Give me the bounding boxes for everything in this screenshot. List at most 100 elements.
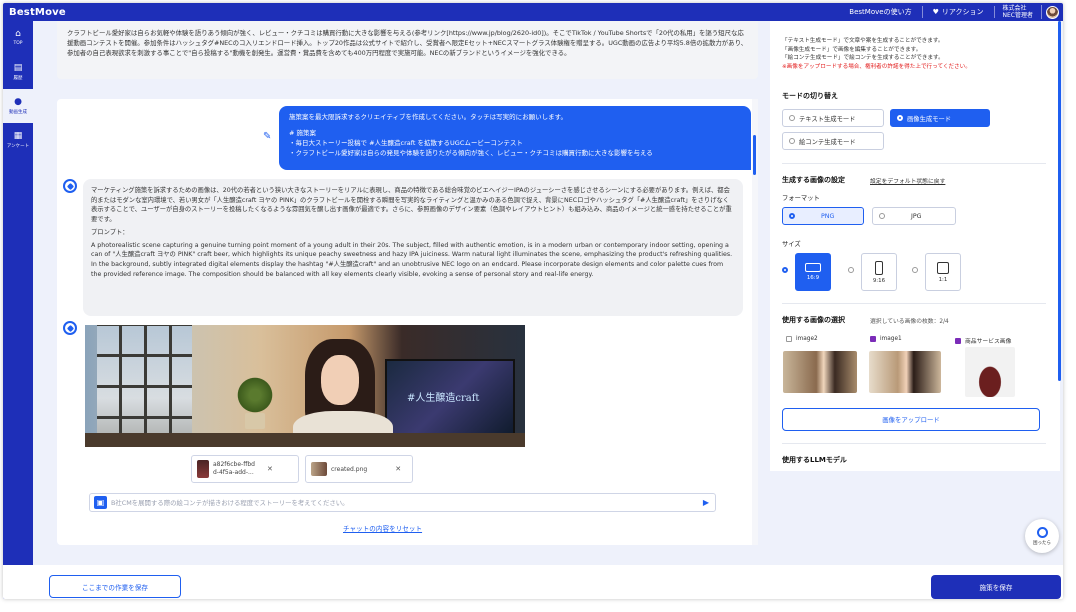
format-png-label: PNG bbox=[821, 212, 835, 220]
generated-image[interactable]: #人生醸造craft bbox=[85, 325, 525, 447]
help-icon bbox=[1036, 526, 1048, 538]
reference-label: image1 bbox=[880, 336, 902, 342]
app-window: BestMove BestMoveの使い方 ♥ リアクション 株式会社 NEC管… bbox=[3, 3, 1063, 599]
save-progress-button[interactable]: ここまでの作業を保存 bbox=[49, 575, 181, 598]
nav-item-label: アンケート bbox=[6, 143, 30, 149]
user-info[interactable]: 株式会社 NEC管理者 bbox=[995, 5, 1042, 19]
app-logo[interactable]: BestMove bbox=[3, 7, 103, 18]
tv-screen: #人生醸造craft bbox=[385, 359, 515, 437]
size-16-9-option[interactable]: 16:9 bbox=[795, 253, 831, 291]
attachment-thumbnail bbox=[311, 462, 327, 476]
top-bar: BestMove BestMoveの使い方 ♥ リアクション 株式会社 NEC管… bbox=[3, 3, 1063, 21]
send-icon[interactable]: ▶ bbox=[703, 498, 709, 507]
size-label-16-9: 16:9 bbox=[806, 275, 820, 281]
mode-section-title: モードの切り替え bbox=[782, 92, 838, 100]
user-message-line: ・毎日大ストーリー投稿で #人生醸造craft を拡散するUGCムービーコンテス… bbox=[289, 139, 523, 147]
radio-icon bbox=[789, 213, 795, 219]
left-nav: ⌂ TOP ▤ 履歴 ● 動画生成 ▦ アンケート bbox=[3, 21, 33, 599]
divider bbox=[782, 303, 1046, 304]
pot-graphic bbox=[245, 413, 265, 429]
nav-item-top[interactable]: ⌂ TOP bbox=[3, 21, 33, 55]
bot-message: マーケティング施策を訴求するための画像は、20代の若者という狭い大きなストーリー… bbox=[83, 179, 743, 316]
bot-avatar-icon bbox=[63, 321, 77, 335]
reference-option-image1[interactable]: image1 bbox=[870, 336, 902, 342]
image-settings-title: 生成する画像の設定 bbox=[782, 176, 845, 184]
size-label-1-1: 1:1 bbox=[938, 276, 948, 283]
divider bbox=[782, 163, 1046, 164]
attachment-name: a82f6cbe-ffbd bbox=[213, 461, 255, 468]
portrait-icon bbox=[875, 260, 883, 275]
tv-hashtag-text: #人生醸造craft bbox=[407, 393, 480, 404]
mode-note-line: 「テキスト生成モード」で文章や案を生成することができます。 bbox=[782, 38, 944, 44]
reference-image-image2[interactable] bbox=[783, 351, 857, 393]
settings-scroll-thumb[interactable] bbox=[1058, 21, 1061, 381]
radio-icon[interactable] bbox=[848, 267, 854, 273]
nav-item-history[interactable]: ▤ 履歴 bbox=[3, 55, 33, 89]
upload-image-button[interactable]: 画像をアップロード bbox=[782, 408, 1040, 431]
attachment-name: d-4f5a-add-... bbox=[213, 469, 254, 476]
save-plan-button[interactable]: 施策を保存 bbox=[931, 575, 1061, 599]
mode-storyboard-label: 絵コンテ生成モード bbox=[799, 138, 856, 146]
nav-item-label: 動画生成 bbox=[9, 109, 27, 115]
reference-option-product[interactable]: 商品サービス画像 bbox=[955, 336, 1011, 345]
mode-text-button[interactable]: テキスト生成モード bbox=[782, 109, 884, 127]
mode-storyboard-button[interactable]: 絵コンテ生成モード bbox=[782, 132, 884, 150]
reset-default-link[interactable]: 設定をデフォルト状態に戻す bbox=[870, 176, 945, 185]
reference-option-image2[interactable]: image2 bbox=[786, 336, 818, 342]
llm-section-title: 使用するLLMモデル bbox=[782, 456, 847, 464]
help-fab-button[interactable]: 困ったら bbox=[1025, 519, 1059, 553]
home-icon: ⌂ bbox=[15, 29, 21, 39]
checkbox-icon bbox=[955, 337, 961, 344]
settings-panel: 「テキスト生成モード」で文章や案を生成することができます。 「画像生成モード」で… bbox=[770, 21, 1060, 471]
square-icon bbox=[937, 261, 949, 274]
radio-icon[interactable] bbox=[912, 267, 918, 273]
mode-image-button[interactable]: 画像生成モード bbox=[890, 109, 990, 127]
reaction-link[interactable]: ♥ リアクション bbox=[923, 6, 995, 18]
heart-icon: ♥ bbox=[932, 8, 939, 16]
bot-avatar-icon bbox=[63, 179, 77, 193]
size-9-16-option[interactable]: 9:16 bbox=[861, 253, 897, 291]
format-jpg-option[interactable]: JPG bbox=[872, 207, 956, 225]
window-background bbox=[97, 325, 192, 447]
person-face bbox=[321, 355, 359, 405]
size-label: サイズ bbox=[782, 241, 801, 248]
edit-icon[interactable]: ✎ bbox=[263, 131, 271, 142]
format-png-option[interactable]: PNG bbox=[782, 207, 864, 225]
close-icon[interactable]: ✕ bbox=[395, 465, 401, 473]
radio-icon[interactable] bbox=[782, 267, 788, 273]
image-upload-icon[interactable]: ▣ bbox=[94, 496, 107, 509]
radio-icon bbox=[789, 115, 795, 121]
size-1-1-option[interactable]: 1:1 bbox=[925, 253, 961, 291]
reference-label: 商品サービス画像 bbox=[965, 339, 1012, 345]
attachment-chip: a82f6cbe-ffbd d-4f5a-add-... ✕ bbox=[191, 455, 299, 483]
reset-chat-link[interactable]: チャットの内容をリセット bbox=[343, 523, 422, 533]
nav-item-generate[interactable]: ● 動画生成 bbox=[3, 89, 33, 123]
nav-item-label: TOP bbox=[13, 41, 23, 46]
user-message: 施策案を最大限訴求するクリエイティブを作成してください。タッチは写実的にお願いし… bbox=[279, 106, 751, 170]
radio-icon bbox=[897, 115, 903, 121]
chat-input[interactable]: B社CMを展開する際の絵コンテが描きおける程度でストーリーを考えてください。 bbox=[111, 498, 703, 507]
size-label-9-16: 9:16 bbox=[872, 277, 886, 284]
user-name-line1: 株式会社 bbox=[1002, 5, 1027, 12]
chat-input-row: ▣ B社CMを展開する際の絵コンテが描きおける程度でストーリーを考えてください。… bbox=[89, 493, 716, 512]
radio-icon bbox=[879, 213, 885, 219]
nav-item-label: 履歴 bbox=[13, 75, 23, 81]
prompt-text: A photorealistic scene capturing a genui… bbox=[91, 241, 733, 278]
help-guide-link[interactable]: BestMoveの使い方 bbox=[839, 6, 923, 18]
nav-item-survey[interactable]: ▦ アンケート bbox=[3, 123, 33, 157]
chat-scroll-thumb[interactable] bbox=[753, 135, 756, 175]
avatar[interactable] bbox=[1046, 5, 1059, 19]
document-icon: ▤ bbox=[13, 62, 23, 73]
close-icon[interactable]: ✕ bbox=[267, 465, 273, 473]
checkbox-icon bbox=[786, 336, 792, 342]
reference-section-title: 使用する画像の選択 bbox=[782, 316, 845, 324]
format-label: フォーマット bbox=[782, 195, 820, 202]
mode-warning: ※画像をアップロードする場合、権利者の許諾を得た上で行ってください。 bbox=[782, 63, 971, 70]
reference-count: 選択している画像の枚数：2/4 bbox=[870, 319, 949, 325]
user-message-line: ・クラフトビール愛好家は自らの発見や体験を語りたがる傾向が強く、レビュー・クチコ… bbox=[289, 149, 653, 157]
pin-icon: ● bbox=[14, 96, 22, 107]
radio-icon bbox=[789, 138, 795, 144]
format-jpg-label: JPG bbox=[911, 212, 922, 220]
reference-image-product[interactable] bbox=[965, 347, 1015, 397]
reference-image-image1[interactable] bbox=[869, 351, 941, 393]
